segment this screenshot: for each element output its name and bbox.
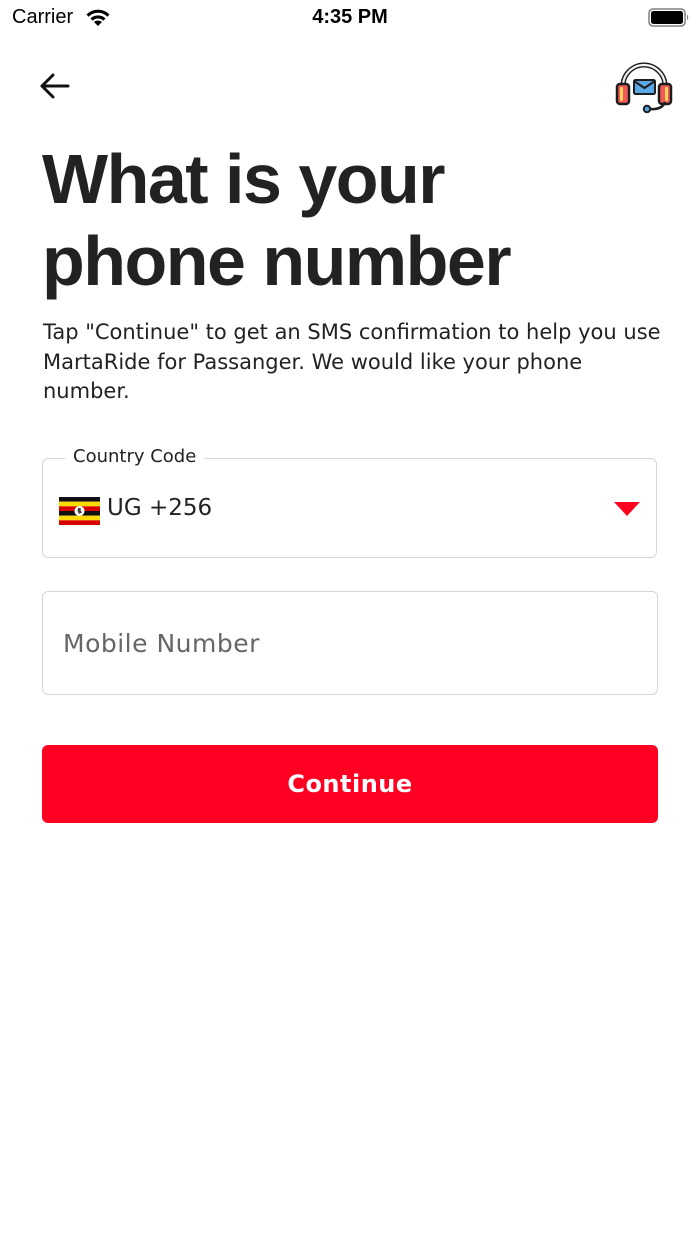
- support-button[interactable]: [614, 56, 674, 114]
- caret-down-icon: [614, 502, 640, 516]
- status-time: 4:35 PM: [312, 6, 388, 28]
- phone-number-screen: Carrier 4:35 PM What is your phone numbe…: [0, 0, 700, 1244]
- page-title: What is your phone number: [42, 138, 662, 302]
- page-title-line-1: What is your: [42, 140, 446, 218]
- country-code-value: UG +256: [107, 495, 213, 521]
- arrow-left-icon: [40, 73, 70, 99]
- page-title-line-2: phone number: [42, 222, 512, 300]
- page-description: Tap "Continue" to get an SMS confirmatio…: [43, 320, 661, 403]
- battery-icon: [648, 8, 689, 27]
- status-bar: Carrier 4:35 PM: [0, 0, 700, 36]
- uganda-flag-icon: [59, 497, 100, 525]
- country-code-select[interactable]: Country Code UG +256: [42, 446, 657, 558]
- mobile-number-input[interactable]: [42, 591, 658, 695]
- back-button[interactable]: [36, 66, 76, 106]
- country-code-label: Country Code: [65, 446, 205, 467]
- continue-button[interactable]: Continue: [42, 745, 658, 823]
- headset-mail-icon: [615, 62, 673, 114]
